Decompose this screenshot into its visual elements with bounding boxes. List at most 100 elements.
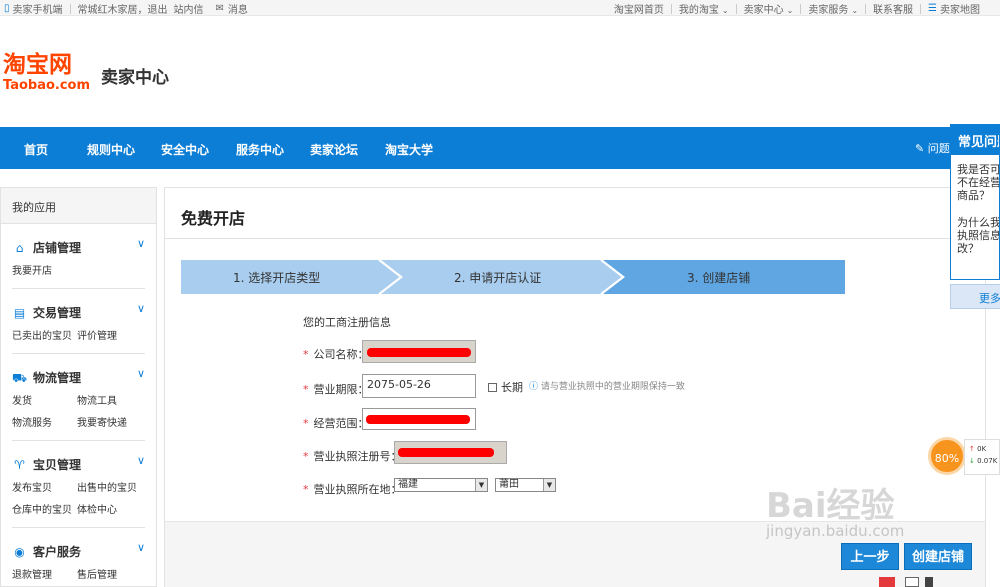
sidebar-link[interactable]: 我要寄快递 — [77, 413, 142, 435]
mobile-link[interactable]: 卖家手机端 — [13, 1, 63, 16]
step-2-label: 2. 申请开店认证 — [454, 271, 541, 285]
redaction-mark — [367, 348, 471, 357]
taobao-home-link[interactable]: 淘宝网首页 — [614, 1, 664, 16]
divider — [12, 353, 145, 354]
phone-icon: ▯ — [4, 3, 10, 14]
period-input[interactable]: 2075-05-26 — [362, 374, 476, 398]
seller-service-menu[interactable]: 卖家服务 ⌄ — [808, 1, 858, 16]
faq-more-link[interactable]: 更多 — [950, 284, 1000, 309]
inbox-link[interactable]: 站内信 — [174, 1, 204, 16]
speed-meter[interactable]: 80% — [928, 437, 966, 475]
sidebar-link[interactable]: 出售中的宝贝 — [77, 478, 142, 500]
sidebar-link[interactable]: 体检中心 — [77, 500, 142, 522]
company-name-input[interactable] — [362, 340, 476, 363]
sidebar-link[interactable]: 发布宝贝 — [12, 478, 77, 500]
faq-question-2[interactable]: 为什么我 执照信息 改？ — [951, 216, 999, 255]
my-taobao-menu[interactable]: 我的淘宝 ⌄ — [679, 1, 729, 16]
chevron-down-icon[interactable]: ∨ — [137, 541, 145, 554]
menu-icon: ☰ — [928, 3, 937, 14]
store-icon: ⌂ — [15, 240, 24, 255]
faq-title: 常见问题 — [951, 125, 999, 155]
chevron-down-icon[interactable]: ∨ — [137, 302, 145, 315]
sidebar: 我的应用 ⌂ 店铺管理 ∨ 我要开店 ▤ 交易管理 ∨ 已卖出的宝贝 评价管理 ⛟ 物流… — [0, 187, 157, 587]
chevron-down-icon[interactable]: ∨ — [137, 454, 145, 467]
sidebar-group-title[interactable]: ▤ 交易管理 — [12, 304, 81, 321]
qr-icon[interactable] — [905, 577, 919, 587]
sidebar-link[interactable]: 已卖出的宝贝 — [12, 326, 77, 348]
step-progress: 1. 选择开店类型 2. 申请开店认证 3. 创建店铺 — [181, 260, 845, 294]
divider — [165, 238, 985, 239]
site-map-link[interactable]: 卖家地图 — [940, 1, 980, 16]
nav-home[interactable]: 首页 — [24, 141, 48, 158]
sidebar-link[interactable]: 仓库中的宝贝 — [12, 500, 77, 522]
chevron-down-icon[interactable]: ∨ — [137, 237, 145, 250]
main-nav: 首页 规则中心 安全中心 服务中心 卖家论坛 淘宝大学 ✎ 问题 — [0, 127, 1000, 169]
divider — [12, 440, 145, 441]
logo-cn: 淘宝网 — [3, 52, 72, 78]
sidebar-link[interactable]: 发货 — [12, 391, 77, 413]
longterm-checkbox[interactable]: 长期 — [488, 379, 523, 395]
sidebar-group-title[interactable]: ⛟ 物流管理 — [12, 369, 81, 386]
seller-center-menu[interactable]: 卖家中心 ⌄ — [744, 1, 794, 16]
scope-input[interactable] — [362, 408, 476, 430]
user-info[interactable]: 常城红木家居，退出 — [78, 1, 168, 16]
arrow-up-icon: ↑ — [969, 445, 975, 453]
sidebar-link[interactable]: 售后管理 — [77, 565, 142, 587]
bottom-toolbar — [879, 577, 939, 587]
section-title: 您的工商注册信息 — [303, 316, 391, 329]
redaction-mark — [366, 415, 470, 424]
shirt-icon: ♈ — [14, 457, 25, 472]
document-icon: ▤ — [13, 305, 26, 320]
edit-icon: ✎ — [915, 142, 925, 155]
sidebar-group-title[interactable]: ⌂ 店铺管理 — [12, 239, 81, 256]
person-icon: ◉ — [14, 544, 25, 559]
faq-question-1[interactable]: 我是否可 不在经营 商品？ — [951, 163, 999, 202]
dropdown-arrow-icon: ▼ — [543, 479, 555, 491]
period-hint: ⓘ 请与营业执照中的营业期限保持一致 — [529, 382, 685, 392]
site-top-bar: ▯ 卖家手机端 常城红木家居，退出 站内信 ✉ 消息 淘宝网首页 我的淘宝 ⌄ 卖… — [0, 0, 1000, 16]
app-icon[interactable] — [879, 577, 895, 587]
logo-en: Taobao.com — [3, 78, 91, 93]
license-number-input[interactable] — [394, 441, 507, 464]
sidebar-group-title[interactable]: ◉ 客户服务 — [12, 543, 81, 560]
truck-icon: ⛟ — [12, 370, 28, 385]
dropdown-arrow-icon: ▼ — [475, 479, 487, 491]
nav-forum[interactable]: 卖家论坛 — [310, 141, 358, 158]
network-speed-box: ↑ 0K ↓ 0.07K — [964, 439, 1000, 475]
company-label: * 公司名称： — [303, 348, 369, 361]
sidebar-link[interactable]: 物流工具 — [77, 391, 142, 413]
sidebar-link[interactable]: 评价管理 — [77, 326, 142, 348]
messages-link[interactable]: 消息 — [228, 1, 248, 16]
chevron-down-icon[interactable]: ∨ — [137, 367, 145, 380]
license-label: * 营业执照注册号： — [303, 450, 402, 463]
sidebar-link[interactable]: 我要开店 — [12, 261, 77, 283]
sidebar-group-title[interactable]: ♈ 宝贝管理 — [12, 456, 81, 473]
chevron-down-icon: ⌄ — [786, 6, 794, 15]
panel-title: 免费开店 — [181, 209, 246, 228]
prev-step-button[interactable]: 上一步 — [841, 543, 899, 570]
faq-panel: 常见问题 我是否可不在经营商品？ 为什么我执照信息改？ — [950, 124, 1000, 280]
nav-university[interactable]: 淘宝大学 — [385, 141, 433, 158]
nav-question[interactable]: ✎ 问题 — [915, 140, 950, 156]
page-title: 卖家中心 — [101, 68, 169, 88]
nav-rules[interactable]: 规则中心 — [87, 141, 135, 158]
sidebar-header: 我的应用 — [1, 188, 156, 224]
location-label: * 营业执照所在地： — [303, 483, 402, 496]
sidebar-link[interactable]: 退款管理 — [12, 565, 77, 587]
taobao-logo[interactable]: 淘宝网 Taobao.com — [3, 52, 95, 100]
nav-security[interactable]: 安全中心 — [161, 141, 209, 158]
step-1-label: 1. 选择开店类型 — [233, 271, 320, 285]
period-label: * 营业期限： — [303, 383, 369, 396]
watermark-url: jingyan.baidu.com — [766, 522, 905, 540]
more-icon[interactable] — [925, 577, 933, 587]
create-store-button[interactable]: 创建店铺 — [904, 543, 972, 570]
scope-label: * 经营范围： — [303, 417, 369, 430]
redaction-mark — [398, 448, 494, 457]
step-3-label: 3. 创建店铺 — [687, 271, 750, 285]
city-select[interactable]: 莆田 ▼ — [495, 478, 556, 492]
sidebar-link[interactable]: 物流服务 — [12, 413, 77, 435]
province-select[interactable]: 福建 ▼ — [394, 478, 488, 492]
contact-link[interactable]: 联系客服 — [873, 1, 913, 16]
nav-service[interactable]: 服务中心 — [236, 141, 284, 158]
chevron-down-icon: ⌄ — [851, 6, 859, 15]
